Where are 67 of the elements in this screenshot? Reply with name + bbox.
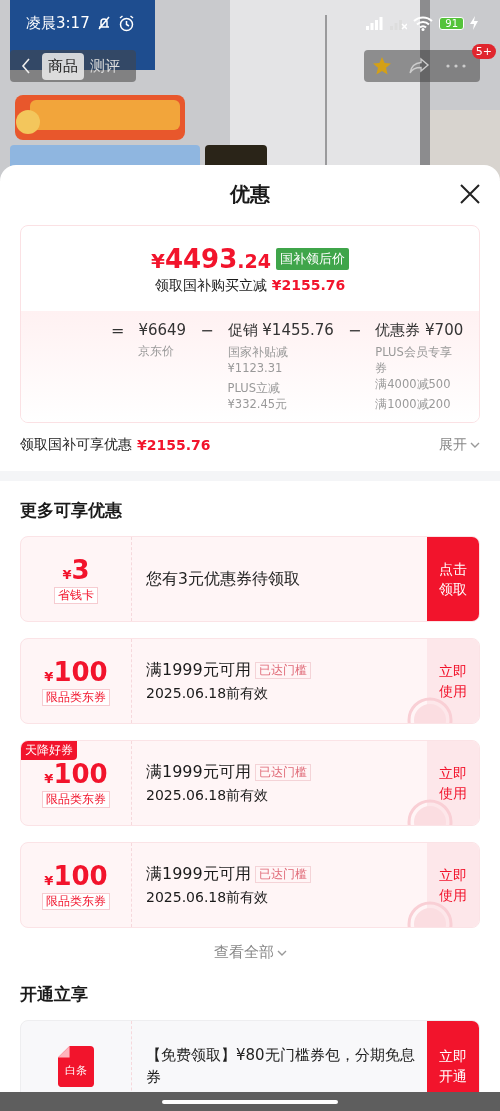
service-text: 【免费领取】¥80无门槛券包，分期免息券 [146, 1045, 416, 1088]
operator: − [347, 321, 362, 342]
formula-note: 京东价 [138, 343, 176, 359]
coupon-tag: 限品类东券 [42, 688, 110, 706]
coupon-condition: 满1999元可用 [146, 761, 251, 783]
saving-amount: ¥2155.76 [271, 277, 346, 295]
use-button[interactable]: 立即使用 [427, 843, 479, 927]
card-icon: 白条 [58, 1046, 94, 1086]
coupon-condition: 满1999元可用 [146, 659, 251, 681]
operator: = [111, 321, 125, 342]
coupon-validity: 2025.06.18前有效 [146, 684, 270, 703]
summary-label: 领取国补可享优惠 [20, 436, 132, 454]
coupon-value: ¥3 [62, 554, 90, 585]
claim-button[interactable]: 点击领取 [427, 537, 479, 621]
signal-icon [365, 16, 384, 30]
formula-amount: 优惠券 ¥700 [375, 321, 464, 340]
nav-tab[interactable]: 商品 [42, 52, 84, 80]
saving-label: 领取国补购买立减 [154, 277, 267, 295]
coupon-tag: 限品类东券 [42, 892, 110, 910]
nav-tab[interactable]: 测评 [84, 52, 126, 80]
formula-note: ¥332.45元 [227, 396, 289, 412]
coupon-tag: 省钱卡 [54, 586, 98, 604]
charging-icon [470, 16, 478, 30]
home-indicator[interactable] [162, 1099, 338, 1104]
operator: − [200, 321, 214, 342]
threshold-tag: 已达门槛 [254, 763, 311, 781]
back-icon[interactable] [21, 58, 31, 74]
view-all-button[interactable]: 查看全部 [207, 942, 293, 963]
formula-amount: 促销 ¥1455.76 [227, 321, 334, 340]
price-tag: 国补领后价 [276, 248, 349, 270]
coupon-tag: 限品类东券 [42, 790, 110, 808]
activate-button[interactable]: 立即开通 [427, 1021, 479, 1092]
coupon-condition: 满1999元可用 [146, 863, 251, 885]
formula-note: ¥1123.31 [227, 360, 284, 376]
formula-amount: ¥6649 [138, 321, 187, 339]
section-title: 开通立享 [19, 983, 89, 1006]
sheet-title: 优惠 [230, 180, 270, 208]
summary-amount: ¥2155.76 [137, 437, 211, 453]
mute-icon [95, 15, 112, 31]
formula-note: 国家补贴减 [227, 344, 289, 360]
alarm-icon [117, 14, 135, 32]
offer-text: 您有3元优惠券待领取 [146, 568, 301, 590]
chevron-down-icon [276, 949, 287, 956]
chevron-down-icon [470, 442, 480, 448]
coupon-validity: 2025.06.18前有效 [146, 888, 270, 907]
star-icon[interactable] [372, 56, 392, 76]
wifi-icon [413, 15, 434, 31]
coupon-label: 天降好券 [21, 741, 77, 760]
share-icon[interactable] [408, 57, 430, 75]
threshold-tag: 已达门槛 [254, 865, 311, 883]
coupon-value: ¥100 [44, 758, 108, 789]
coupon-value: ¥100 [44, 860, 108, 891]
status-time: 凌晨3:17 [26, 13, 90, 33]
formula-note: PLUS会员专享 [375, 344, 453, 360]
formula-note: PLUS立减 [227, 380, 282, 396]
coupon-value: ¥100 [44, 656, 108, 687]
close-icon[interactable] [460, 184, 480, 204]
use-button[interactable]: 立即使用 [427, 741, 479, 825]
final-price: ¥4493.24 [151, 244, 271, 274]
section-title: 更多可享优惠 [19, 499, 123, 522]
coupon-validity: 2025.06.18前有效 [146, 786, 270, 805]
expand-button[interactable]: 展开 [439, 436, 480, 454]
formula-note: 满4000减500 [375, 376, 452, 392]
threshold-tag: 已达门槛 [254, 661, 311, 679]
formula-note: 券 [375, 360, 389, 376]
use-button[interactable]: 立即使用 [427, 639, 479, 723]
formula-note: 满1000减200 [375, 396, 452, 412]
